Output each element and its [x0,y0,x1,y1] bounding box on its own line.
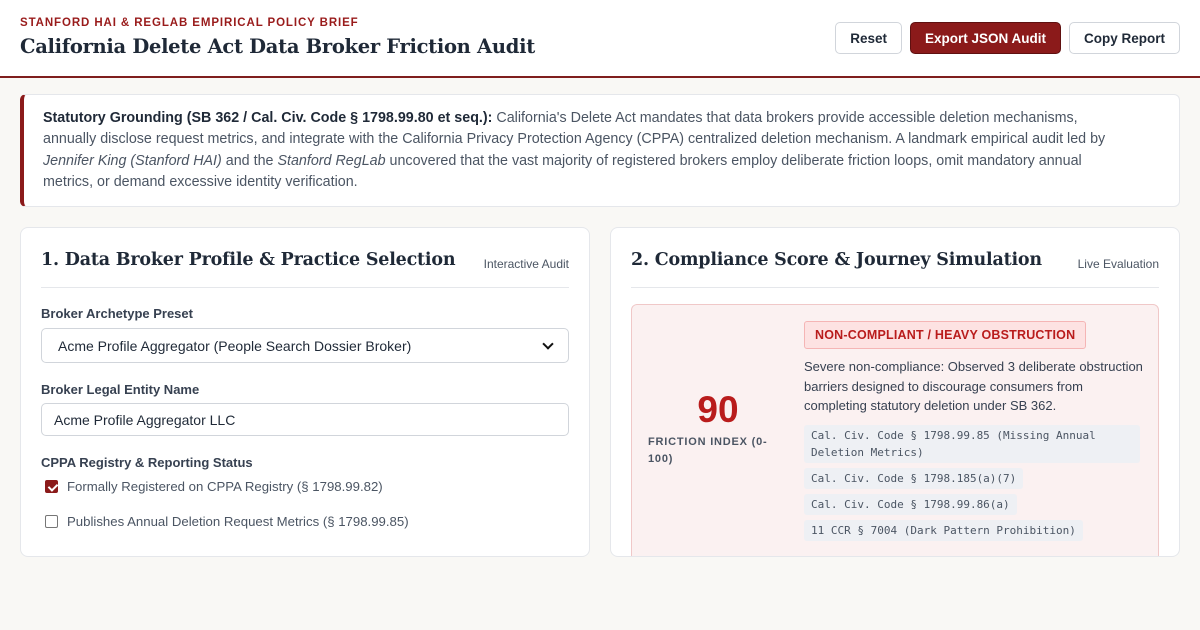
citation-tag: Cal. Civ. Code § 1798.185(a)(7) [804,468,1024,489]
entity-name-input[interactable]: Acme Profile Aggregator LLC [41,403,569,436]
top-bar: STANFORD HAI & REGLAB EMPIRICAL POLICY B… [0,0,1200,78]
preset-value: Acme Profile Aggregator (People Search D… [58,337,412,354]
friction-score-label: FRICTION INDEX (0-100) [648,436,768,465]
compliance-score-panel: 2. Compliance Score & Journey Simulation… [610,227,1180,557]
panel-header: 1. Data Broker Profile & Practice Select… [41,228,569,288]
page-title: California Delete Act Data Broker Fricti… [20,35,535,58]
panel-tag: Interactive Audit [483,257,569,271]
brief-eyebrow: STANFORD HAI & REGLAB EMPIRICAL POLICY B… [20,17,359,29]
score-summary: 90 FRICTION INDEX (0-100) NON-COMPLIANT … [631,304,1159,556]
citation-list: Cal. Civ. Code § 1798.99.85 (Missing Ann… [804,425,1140,546]
panel-title: 1. Data Broker Profile & Practice Select… [41,250,456,270]
reset-button[interactable]: Reset [835,22,902,54]
broker-profile-panel: 1. Data Broker Profile & Practice Select… [20,227,590,557]
broker-preset-select[interactable]: Acme Profile Aggregator (People Search D… [41,328,569,363]
registry-label: CPPA Registry & Reporting Status [41,455,253,470]
header-actions: Reset Export JSON Audit Copy Report [835,22,1180,54]
grounding-text: and the [221,152,278,169]
preset-label: Broker Archetype Preset [41,306,193,321]
panel-tag: Live Evaluation [1077,257,1159,271]
export-json-button[interactable]: Export JSON Audit [909,22,1061,54]
grounding-lab: Stanford RegLab [277,152,386,169]
checkbox-checked-icon[interactable] [45,480,58,493]
verdict-text: Severe non-compliance: Observed 3 delibe… [804,359,1143,413]
annual-metrics-checkbox[interactable]: Publishes Annual Deletion Request Metric… [45,514,409,529]
entity-name-value: Acme Profile Aggregator LLC [54,411,236,428]
entity-label: Broker Legal Entity Name [41,382,200,397]
grounding-researcher: Jennifer King (Stanford HAI) [43,152,222,169]
checkbox-label: Publishes Annual Deletion Request Metric… [67,514,409,529]
grounding-lead: Statutory Grounding (SB 362 / Cal. Civ. … [43,110,493,126]
citation-tag: Cal. Civ. Code § 1798.99.86(a) [804,494,1017,515]
copy-report-button[interactable]: Copy Report [1069,22,1180,54]
checkbox-unchecked-icon[interactable] [45,515,58,528]
checkbox-label: Formally Registered on CPPA Registry (§ … [67,479,383,494]
panel-header: 2. Compliance Score & Journey Simulation… [631,228,1159,288]
statutory-grounding-callout: Statutory Grounding (SB 362 / Cal. Civ. … [20,94,1180,207]
friction-score: 90 [697,389,739,430]
panel-title: 2. Compliance Score & Journey Simulation [631,250,1042,270]
citation-tag: 11 CCR § 7004 (Dark Pattern Prohibition) [804,520,1083,541]
status-badge: NON-COMPLIANT / HEAVY OBSTRUCTION [804,321,1087,349]
citation-tag: Cal. Civ. Code § 1798.99.85 (Missing Ann… [804,425,1140,463]
registry-registered-checkbox[interactable]: Formally Registered on CPPA Registry (§ … [45,479,383,494]
chevron-down-icon [542,337,554,350]
